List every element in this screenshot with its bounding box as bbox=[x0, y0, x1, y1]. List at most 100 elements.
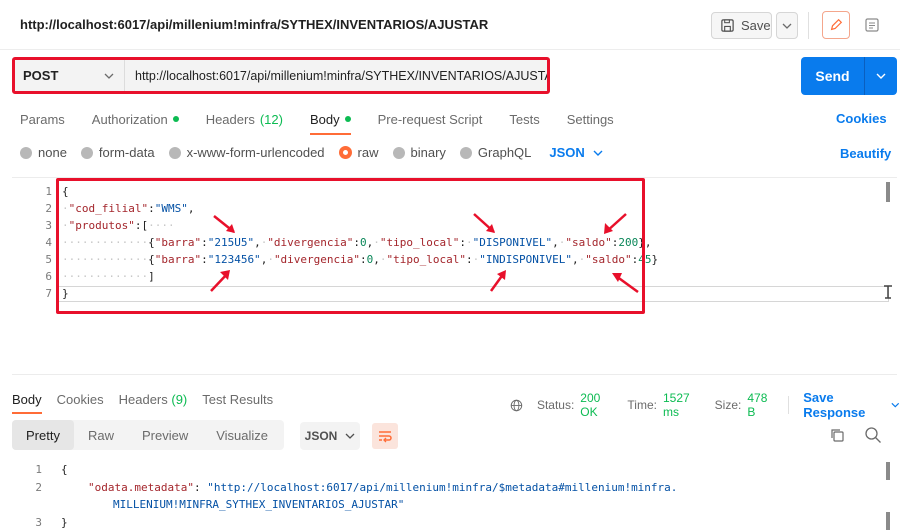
size-value[interactable]: 478 B bbox=[747, 391, 774, 419]
tab-response-cookies[interactable]: Cookies bbox=[57, 389, 104, 409]
globe-icon[interactable] bbox=[510, 398, 523, 413]
search-icon[interactable] bbox=[864, 426, 882, 444]
line-number: 1 bbox=[35, 463, 42, 476]
status-value[interactable]: 200 OK bbox=[580, 391, 615, 419]
tab-headers[interactable]: Headers (12) bbox=[206, 109, 283, 129]
radio-selected-icon bbox=[338, 146, 352, 159]
status-label: Status: bbox=[536, 398, 575, 412]
radio-urlencoded[interactable]: x-www-form-urlencoded bbox=[168, 145, 325, 160]
tab-label: Authorization bbox=[91, 111, 168, 127]
code-line: MILLENIUM!MINFRA_SYTHEX_INVENTARIOS_AJUS… bbox=[113, 498, 404, 511]
time-value[interactable]: 1527 ms bbox=[663, 391, 703, 419]
documentation-button[interactable] bbox=[858, 11, 886, 39]
text-cursor-icon bbox=[884, 285, 892, 299]
radio-label: x-www-form-urlencoded bbox=[186, 145, 325, 160]
save-response-label: Save Response bbox=[803, 390, 866, 420]
cookies-link[interactable]: Cookies bbox=[836, 111, 887, 126]
tab-label: Cookies bbox=[56, 391, 104, 407]
request-title[interactable]: http://localhost:6017/api/millenium!minf… bbox=[20, 17, 488, 32]
request-tabs: Params Authorization Headers (12) Body Pr… bbox=[20, 109, 641, 135]
annotation-arrow bbox=[213, 215, 235, 233]
line-number: 2 bbox=[35, 481, 42, 494]
view-pretty[interactable]: Pretty bbox=[12, 420, 74, 450]
editor-scrollbar[interactable] bbox=[886, 182, 890, 202]
tab-label: Test Results bbox=[202, 391, 274, 407]
save-options-button[interactable] bbox=[776, 12, 798, 39]
brace: } bbox=[61, 516, 68, 529]
tab-label: Params bbox=[20, 111, 65, 127]
send-label: Send bbox=[815, 68, 850, 84]
line-number: 4 bbox=[45, 236, 52, 249]
request-body-editor[interactable]: 1 2 3 4 5 6 7 { ·"cod_filial":"WMS", ·"p… bbox=[12, 177, 897, 375]
radio-none[interactable]: none bbox=[20, 145, 67, 160]
response-scrollbar[interactable] bbox=[886, 462, 890, 480]
highlight-box-body bbox=[56, 178, 645, 314]
tab-pre-request-script[interactable]: Pre-request Script bbox=[378, 109, 483, 129]
tab-settings[interactable]: Settings bbox=[567, 109, 614, 129]
tab-label: Tests bbox=[509, 111, 540, 127]
radio-icon bbox=[392, 146, 405, 159]
save-label: Save bbox=[741, 18, 771, 33]
annotation-arrow bbox=[489, 270, 506, 292]
pencil-icon bbox=[830, 18, 843, 31]
response-meta: Status: 200 OK Time: 1527 ms Size: 478 B… bbox=[510, 390, 900, 420]
line-gutter: 1 2 3 4 5 6 7 bbox=[12, 178, 52, 374]
beautify-button[interactable]: Beautify bbox=[840, 146, 891, 161]
line-number: 3 bbox=[35, 516, 42, 529]
send-button[interactable]: Send bbox=[801, 57, 897, 95]
tab-response-headers[interactable]: Headers (9) bbox=[119, 389, 188, 409]
response-view-bar: Pretty Raw Preview Visualize JSON bbox=[12, 420, 897, 450]
tab-authorization[interactable]: Authorization bbox=[92, 109, 179, 129]
tab-test-results[interactable]: Test Results bbox=[202, 389, 273, 409]
method-select[interactable]: POST bbox=[15, 60, 125, 91]
edit-button[interactable] bbox=[822, 11, 850, 39]
tab-body[interactable]: Body bbox=[309, 109, 351, 135]
status-dot bbox=[344, 116, 351, 122]
view-preview[interactable]: Preview bbox=[128, 420, 202, 450]
radio-icon bbox=[80, 146, 93, 159]
url-input[interactable]: http://localhost:6017/api/millenium!minf… bbox=[125, 69, 547, 83]
tab-label: Body bbox=[12, 391, 42, 407]
tab-response-body[interactable]: Body bbox=[12, 389, 42, 414]
response-format-select[interactable]: JSON bbox=[300, 422, 360, 450]
line-number: 1 bbox=[45, 185, 52, 198]
annotation-arrow bbox=[210, 270, 230, 292]
json-string: MILLENIUM!MINFRA_SYTHEX_INVENTARIOS_AJUS… bbox=[113, 498, 405, 511]
wrap-lines-icon bbox=[379, 431, 392, 443]
code-line: "odata.metadata": "http://localhost:6017… bbox=[88, 481, 678, 494]
radio-raw[interactable]: raw bbox=[338, 145, 379, 160]
save-button[interactable]: Save bbox=[711, 12, 772, 39]
send-options-button[interactable] bbox=[865, 73, 897, 79]
radio-icon bbox=[168, 146, 181, 159]
line-number: 7 bbox=[45, 287, 52, 300]
radio-label: binary bbox=[410, 145, 446, 160]
tab-params[interactable]: Params bbox=[20, 109, 65, 129]
tab-label: Pre-request Script bbox=[377, 111, 483, 127]
copy-icon[interactable] bbox=[830, 428, 844, 442]
body-format-select[interactable]: JSON bbox=[549, 145, 603, 160]
view-visualize[interactable]: Visualize bbox=[202, 420, 282, 450]
response-body-editor[interactable]: 1 2 3 { "odata.metadata": "http://localh… bbox=[12, 458, 897, 531]
toolbar-divider bbox=[808, 12, 809, 39]
response-tabs: Body Cookies Headers (9) Test Results bbox=[12, 389, 288, 414]
tab-label: Body bbox=[309, 111, 340, 127]
annotation-arrow bbox=[612, 273, 639, 294]
annotation-arrow bbox=[604, 213, 627, 234]
radio-graphql[interactable]: GraphQL bbox=[459, 145, 531, 160]
chevron-down-icon bbox=[891, 402, 900, 408]
radio-binary[interactable]: binary bbox=[392, 145, 446, 160]
body-type-selector: none form-data x-www-form-urlencoded raw… bbox=[20, 145, 603, 160]
wrap-lines-button[interactable] bbox=[372, 423, 398, 449]
radio-form-data[interactable]: form-data bbox=[80, 145, 155, 160]
line-number: 6 bbox=[45, 270, 52, 283]
chevron-down-icon bbox=[876, 73, 886, 79]
annotation-arrow bbox=[473, 213, 495, 233]
chevron-down-icon bbox=[782, 23, 792, 29]
size-label: Size: bbox=[714, 398, 742, 412]
json-string: "http://localhost:6017/api/millenium!min… bbox=[207, 481, 678, 494]
save-response-button[interactable]: Save Response bbox=[803, 390, 900, 420]
view-raw[interactable]: Raw bbox=[74, 420, 128, 450]
tab-count: (9) bbox=[171, 391, 188, 407]
response-scrollbar-lower[interactable] bbox=[886, 512, 890, 530]
tab-tests[interactable]: Tests bbox=[509, 109, 539, 129]
